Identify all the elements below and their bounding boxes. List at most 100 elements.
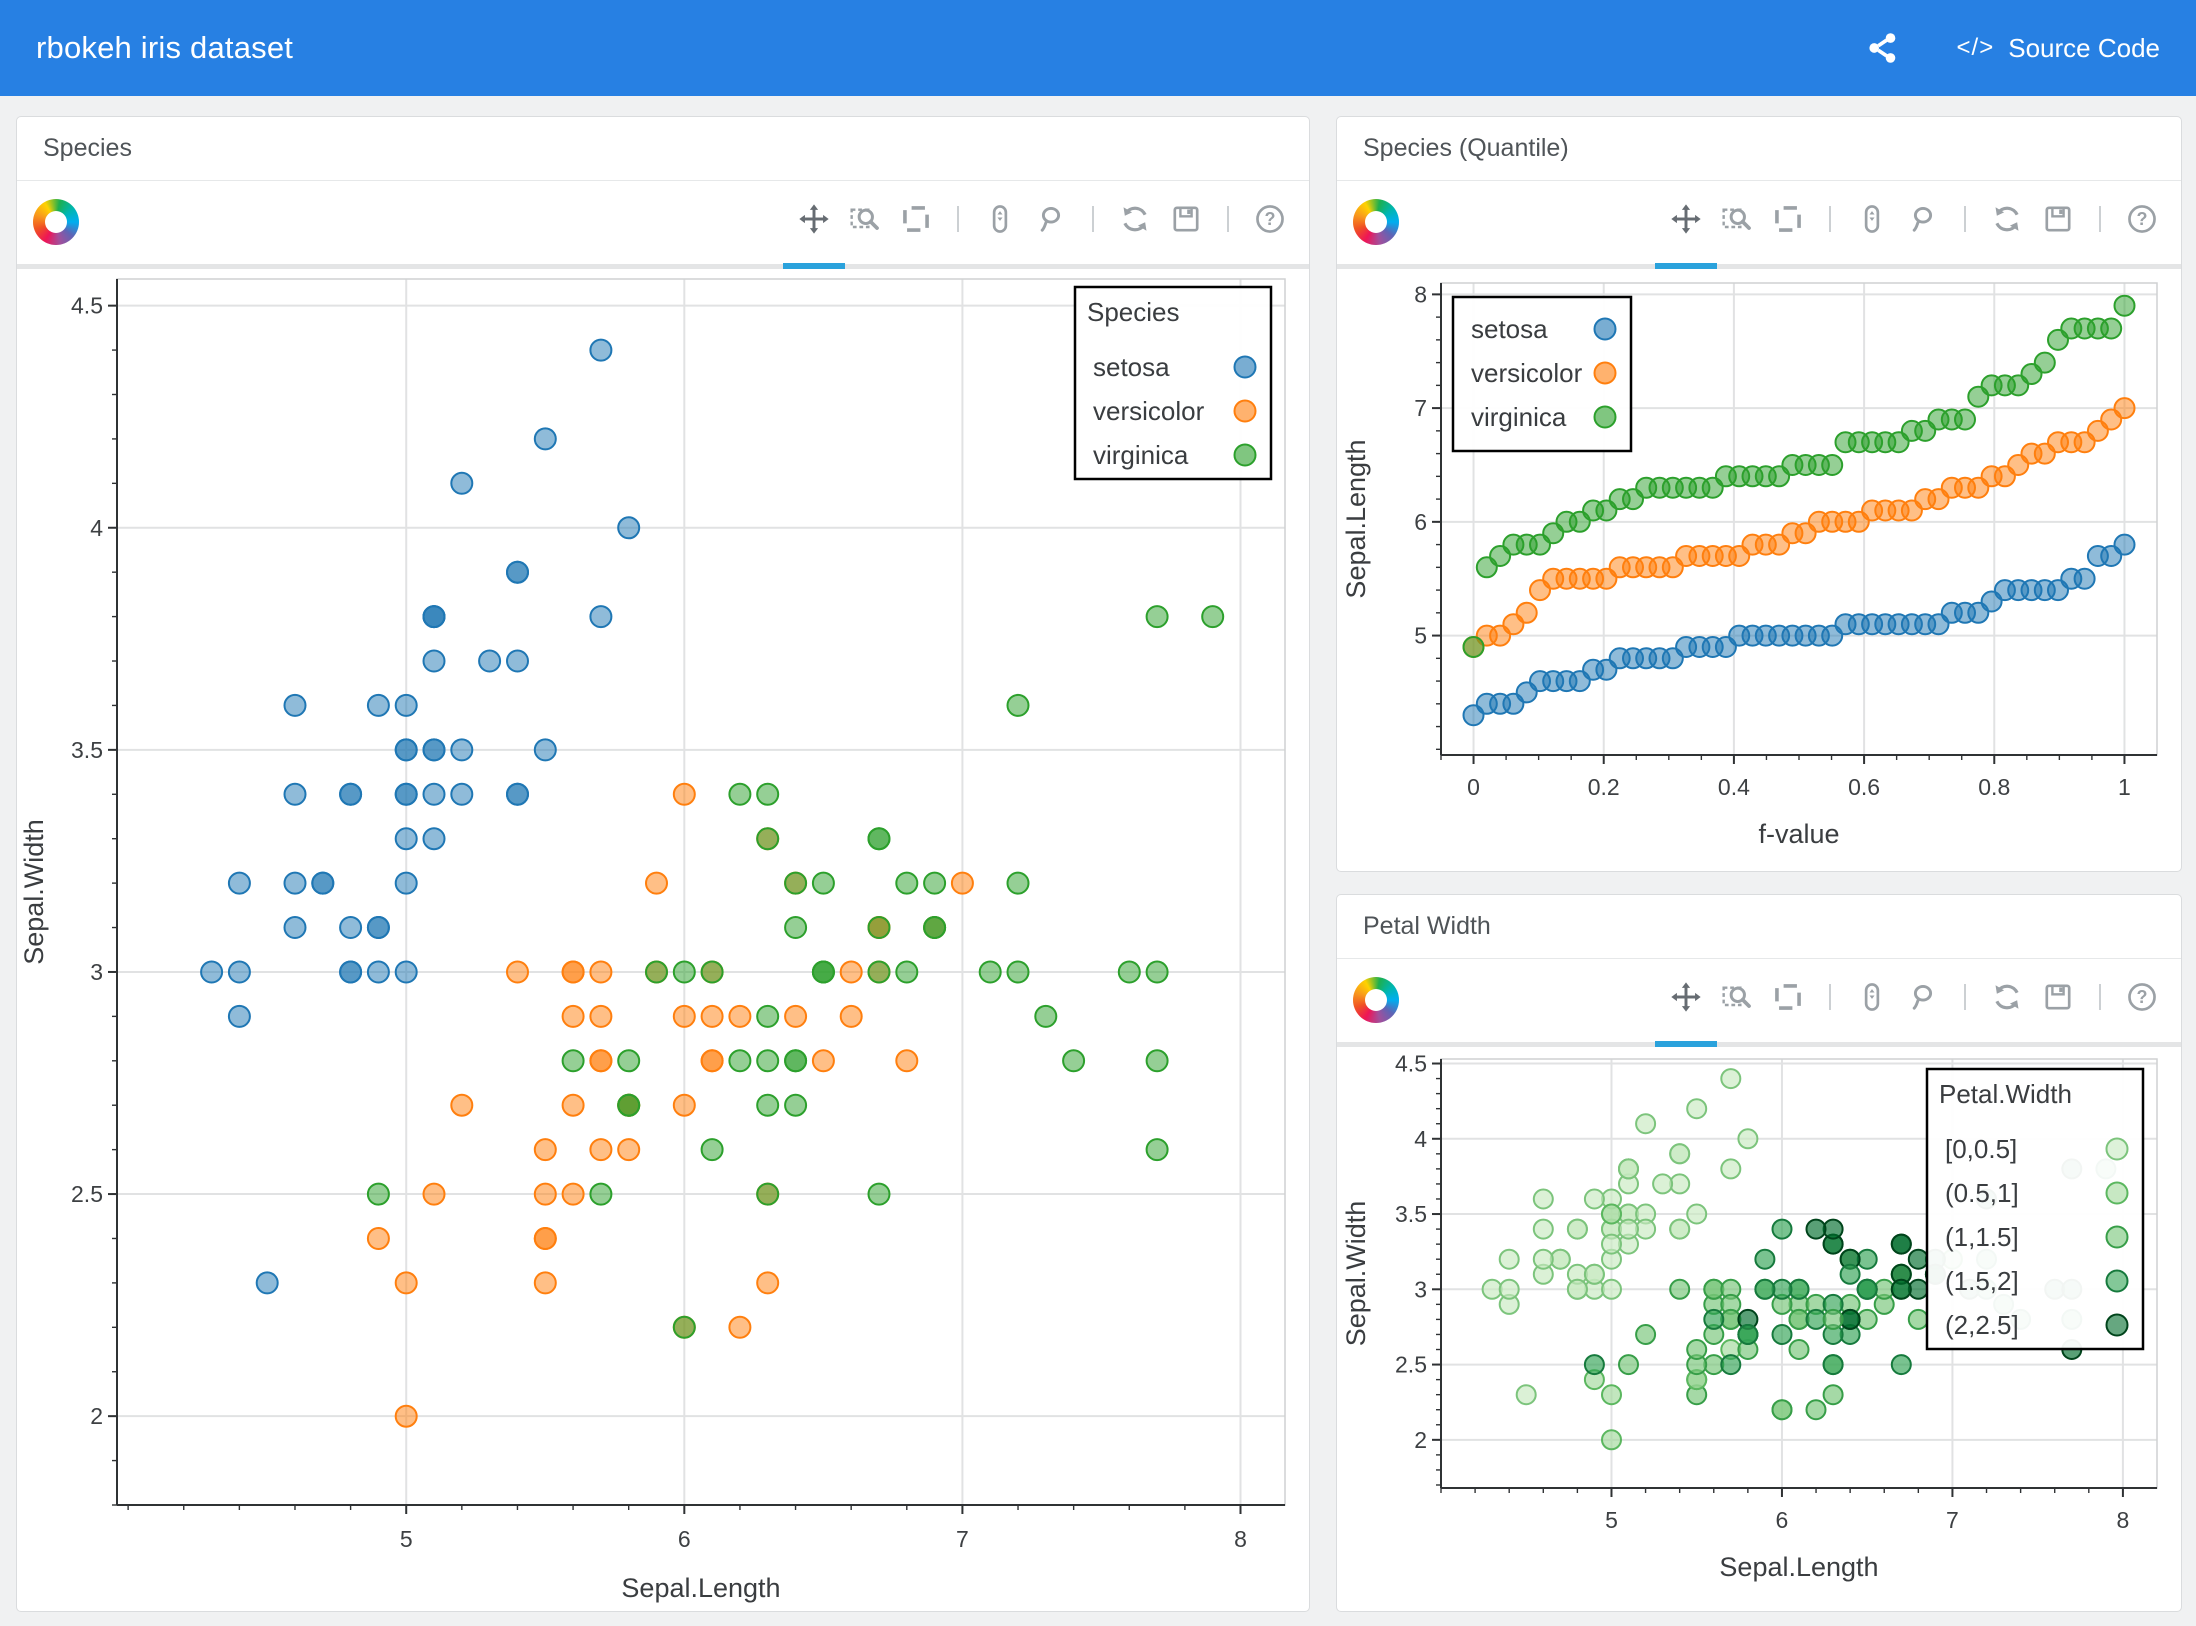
data-point bbox=[1585, 1265, 1604, 1284]
svg-text:?: ? bbox=[1265, 209, 1276, 229]
svg-text:6: 6 bbox=[1776, 1507, 1789, 1533]
toolbar-separator bbox=[1829, 206, 1831, 232]
y-axis-title: Sepal.Width bbox=[1341, 1201, 1371, 1347]
svg-text:5: 5 bbox=[1605, 1507, 1618, 1533]
source-code-link[interactable]: </> Source Code bbox=[1957, 33, 2160, 64]
data-point bbox=[535, 1139, 556, 1160]
data-point bbox=[1585, 1190, 1604, 1209]
lasso-select-icon[interactable] bbox=[1904, 978, 1942, 1016]
lasso-select-icon[interactable] bbox=[1032, 200, 1070, 238]
species-scatter-plot[interactable]: 567822.533.544.5Sepal.LengthSepal.WidthS… bbox=[17, 269, 1311, 1613]
data-point bbox=[785, 1095, 806, 1116]
data-point bbox=[1602, 1235, 1621, 1254]
active-tool-underline bbox=[1655, 263, 1717, 269]
legend-swatch bbox=[1595, 319, 1616, 340]
panel-species: Species ? 567822.533.544.5Sepal.LengthSe… bbox=[16, 116, 1310, 1612]
box-select-icon[interactable] bbox=[1769, 978, 1807, 1016]
data-point bbox=[1585, 1355, 1604, 1374]
box-zoom-icon[interactable] bbox=[1718, 978, 1756, 1016]
save-icon[interactable] bbox=[2039, 978, 2077, 1016]
wheel-zoom-icon[interactable] bbox=[1853, 200, 1891, 238]
pan-icon[interactable] bbox=[1667, 978, 1705, 1016]
svg-text:6: 6 bbox=[678, 1526, 691, 1552]
help-icon[interactable]: ? bbox=[2123, 978, 2161, 1016]
svg-text:2: 2 bbox=[1414, 1427, 1427, 1453]
data-point bbox=[1119, 962, 1140, 983]
data-point bbox=[813, 873, 834, 894]
box-select-icon[interactable] bbox=[1769, 200, 1807, 238]
data-point bbox=[424, 606, 445, 627]
data-point bbox=[674, 1317, 695, 1338]
data-point bbox=[396, 1406, 417, 1427]
data-point bbox=[451, 473, 472, 494]
svg-text:4.5: 4.5 bbox=[1395, 1051, 1427, 1077]
bokeh-logo-icon[interactable] bbox=[33, 199, 79, 245]
legend-label: virginica bbox=[1471, 402, 1567, 432]
bokeh-logo-icon[interactable] bbox=[1353, 199, 1399, 245]
svg-text:3: 3 bbox=[90, 959, 103, 985]
data-point bbox=[1824, 1385, 1843, 1404]
data-point bbox=[285, 917, 306, 938]
svg-text:7: 7 bbox=[956, 1526, 969, 1552]
data-point bbox=[1807, 1220, 1826, 1239]
box-select-icon[interactable] bbox=[897, 200, 935, 238]
code-icon: </> bbox=[1957, 34, 1995, 62]
data-point bbox=[952, 873, 973, 894]
y-axis-title: Sepal.Width bbox=[19, 819, 49, 965]
quantile-plot[interactable]: 00.20.40.60.815678f-valueSepal.Lengthset… bbox=[1337, 269, 2181, 873]
data-point bbox=[1008, 962, 1029, 983]
data-point bbox=[702, 1006, 723, 1027]
data-point bbox=[1807, 1400, 1826, 1419]
data-point bbox=[729, 784, 750, 805]
legend-label: setosa bbox=[1093, 352, 1170, 382]
data-point bbox=[1892, 1355, 1911, 1374]
data-point bbox=[757, 1050, 778, 1071]
data-point bbox=[1147, 962, 1168, 983]
lasso-select-icon[interactable] bbox=[1904, 200, 1942, 238]
toolbar-separator bbox=[1092, 206, 1094, 232]
box-zoom-icon[interactable] bbox=[846, 200, 884, 238]
data-point bbox=[563, 1050, 584, 1071]
data-point bbox=[590, 340, 611, 361]
svg-text:?: ? bbox=[2137, 209, 2148, 229]
data-point bbox=[618, 1050, 639, 1071]
bokeh-toolbar: ? bbox=[17, 181, 1309, 269]
data-point bbox=[285, 873, 306, 894]
page-title: rbokeh iris dataset bbox=[36, 30, 293, 66]
legend-title: Species bbox=[1087, 297, 1180, 327]
legend-swatch bbox=[1235, 401, 1256, 422]
data-point bbox=[229, 1006, 250, 1027]
data-point bbox=[590, 606, 611, 627]
data-point bbox=[674, 1095, 695, 1116]
share-icon[interactable] bbox=[1865, 28, 1905, 68]
data-point bbox=[229, 873, 250, 894]
save-icon[interactable] bbox=[1167, 200, 1205, 238]
reset-icon[interactable] bbox=[1116, 200, 1154, 238]
pan-icon[interactable] bbox=[1667, 200, 1705, 238]
help-icon[interactable]: ? bbox=[2123, 200, 2161, 238]
toolbar-underline-bar bbox=[1337, 1042, 2181, 1047]
data-point bbox=[869, 1184, 890, 1205]
data-point bbox=[507, 562, 528, 583]
svg-text:3: 3 bbox=[1414, 1276, 1427, 1302]
save-icon[interactable] bbox=[2039, 200, 2077, 238]
box-zoom-icon[interactable] bbox=[1718, 200, 1756, 238]
data-point bbox=[1841, 1265, 1860, 1284]
data-point bbox=[1721, 1069, 1740, 1088]
bokeh-logo-icon[interactable] bbox=[1353, 977, 1399, 1023]
pan-icon[interactable] bbox=[795, 200, 833, 238]
data-point bbox=[396, 828, 417, 849]
data-point bbox=[757, 1184, 778, 1205]
wheel-zoom-icon[interactable] bbox=[981, 200, 1019, 238]
data-point bbox=[757, 1272, 778, 1293]
data-point bbox=[1773, 1220, 1792, 1239]
wheel-zoom-icon[interactable] bbox=[1853, 978, 1891, 1016]
reset-icon[interactable] bbox=[1988, 978, 2026, 1016]
bokeh-toolbar: ? bbox=[1337, 959, 2181, 1047]
help-icon[interactable]: ? bbox=[1251, 200, 1289, 238]
data-point bbox=[1008, 695, 1029, 716]
petal-width-plot[interactable]: 567822.533.544.5Sepal.LengthSepal.WidthP… bbox=[1337, 1047, 2181, 1613]
svg-text:5: 5 bbox=[1414, 623, 1427, 649]
data-point bbox=[368, 1228, 389, 1249]
reset-icon[interactable] bbox=[1988, 200, 2026, 238]
